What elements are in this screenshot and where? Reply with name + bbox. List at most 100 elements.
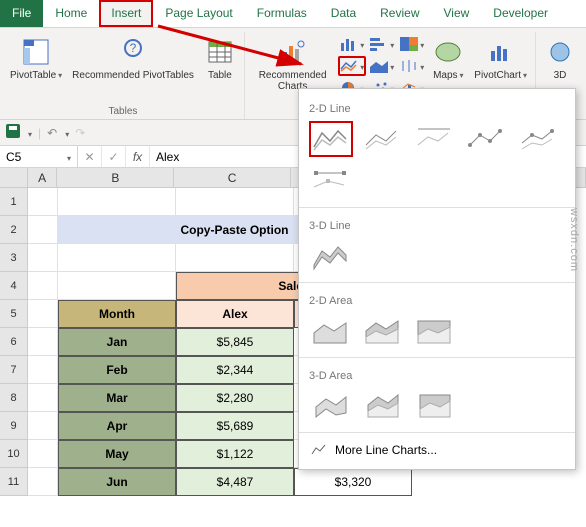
- save-icon[interactable]: [6, 124, 20, 141]
- ribbon-tabs: File Home Insert Page Layout Formulas Da…: [0, 0, 586, 28]
- cell-extra-val[interactable]: $3,320: [294, 468, 412, 496]
- 3d-map-label: 3D: [554, 70, 567, 81]
- row-header-3[interactable]: 3: [0, 244, 28, 272]
- tab-home[interactable]: Home: [43, 0, 99, 27]
- row-header-2[interactable]: 2: [0, 216, 28, 244]
- area-option[interactable]: [309, 313, 353, 349]
- tab-formulas[interactable]: Formulas: [245, 0, 319, 27]
- pivottable-label: PivotTable: [10, 70, 62, 81]
- pivotchart-icon: [485, 36, 517, 68]
- cell-alex-header[interactable]: Alex: [176, 300, 294, 328]
- ribbon-group-tables: PivotTable ? Recommended PivotTables Tab…: [2, 32, 245, 119]
- pivotchart-button[interactable]: PivotChart: [470, 32, 531, 85]
- name-box-value: C5: [6, 150, 21, 164]
- line-chart-option[interactable]: [309, 121, 353, 157]
- percent-stacked-line-option[interactable]: [413, 121, 457, 157]
- tab-view[interactable]: View: [432, 0, 482, 27]
- undo-icon[interactable]: ↶: [47, 126, 57, 140]
- row-headers: 1 2 3 4 5 6 7 8 9 10 11: [0, 188, 28, 496]
- 3d-area-option[interactable]: [309, 388, 353, 424]
- fx-icon[interactable]: fx: [126, 146, 150, 167]
- bar-chart-dropdown[interactable]: [368, 34, 396, 54]
- line-chart-dropdown[interactable]: [338, 56, 366, 76]
- cell-month-jun[interactable]: Jun: [58, 468, 176, 496]
- 3d-line-option[interactable]: [309, 238, 353, 274]
- 3d-stacked-area-option[interactable]: [361, 388, 405, 424]
- table-label: Table: [208, 70, 232, 81]
- tab-developer[interactable]: Developer: [481, 0, 560, 27]
- qat-chevron[interactable]: [26, 126, 32, 140]
- redo-icon[interactable]: ↷: [75, 126, 85, 140]
- recommended-pivottables-button[interactable]: ? Recommended PivotTables: [68, 32, 198, 85]
- stock-chart-dropdown[interactable]: [398, 56, 426, 76]
- cell-month-feb[interactable]: Feb: [58, 356, 176, 384]
- cell-val-jan[interactable]: $5,845: [176, 328, 294, 356]
- maps-icon: [432, 36, 464, 68]
- cell-val-may[interactable]: $1,122: [176, 440, 294, 468]
- tab-page-layout[interactable]: Page Layout: [153, 0, 244, 27]
- 3d-percent-stacked-area-option[interactable]: [413, 388, 457, 424]
- line-markers-option[interactable]: [465, 121, 509, 157]
- section-3d-line-title: 3-D Line: [309, 220, 565, 232]
- cell-val-apr[interactable]: $5,689: [176, 412, 294, 440]
- maps-label: Maps: [433, 70, 463, 81]
- select-all-corner[interactable]: [0, 168, 28, 187]
- tab-data[interactable]: Data: [319, 0, 368, 27]
- recommended-pivottables-label: Recommended PivotTables: [72, 70, 194, 81]
- col-header-b[interactable]: B: [57, 168, 174, 187]
- percent-stacked-line-markers-option[interactable]: [309, 163, 353, 199]
- more-line-charts-label: More Line Charts...: [335, 443, 437, 457]
- tab-insert[interactable]: Insert: [99, 0, 153, 27]
- cancel-formula-icon[interactable]: ✕: [78, 146, 102, 167]
- section-2d-line-title: 2-D Line: [309, 103, 565, 115]
- name-box-chevron[interactable]: [65, 150, 71, 164]
- row-header-4[interactable]: 4: [0, 272, 28, 300]
- table-button[interactable]: Table: [200, 32, 240, 85]
- row-header-7[interactable]: 7: [0, 356, 28, 384]
- stacked-line-option[interactable]: [361, 121, 405, 157]
- pivottable-button[interactable]: PivotTable: [6, 32, 66, 85]
- table-icon: [204, 36, 236, 68]
- row-header-10[interactable]: 10: [0, 440, 28, 468]
- line-chart-menu: 2-D Line 3-D Line 2-D Area 3-D Area: [298, 88, 576, 470]
- cell-month-mar[interactable]: Mar: [58, 384, 176, 412]
- treemap-chart-dropdown[interactable]: [398, 34, 426, 54]
- watermark: wsxdn.com: [568, 208, 580, 272]
- recommended-charts-button[interactable]: Recommended Charts: [249, 32, 336, 96]
- recommended-pivottables-icon: ?: [117, 36, 149, 68]
- 3d-map-button[interactable]: 3D: [540, 32, 580, 85]
- stacked-line-markers-option[interactable]: [517, 121, 561, 157]
- tab-review[interactable]: Review: [368, 0, 431, 27]
- stacked-area-option[interactable]: [361, 313, 405, 349]
- cell-val-jun[interactable]: $4,487: [176, 468, 294, 496]
- cell-month-apr[interactable]: Apr: [58, 412, 176, 440]
- col-header-a[interactable]: A: [28, 168, 58, 187]
- name-box[interactable]: C5: [0, 146, 78, 167]
- maps-button[interactable]: Maps: [428, 32, 468, 85]
- percent-stacked-area-option[interactable]: [413, 313, 457, 349]
- cell-month-may[interactable]: May: [58, 440, 176, 468]
- cell-val-mar[interactable]: $2,280: [176, 384, 294, 412]
- recommended-charts-icon: [277, 36, 309, 68]
- enter-formula-icon[interactable]: ✓: [102, 146, 126, 167]
- undo-chevron[interactable]: [63, 126, 69, 140]
- row-header-5[interactable]: 5: [0, 300, 28, 328]
- row-header-8[interactable]: 8: [0, 384, 28, 412]
- row-header-9[interactable]: 9: [0, 412, 28, 440]
- cell-month-jan[interactable]: Jan: [58, 328, 176, 356]
- area-chart-dropdown[interactable]: [368, 56, 396, 76]
- tables-group-label: Tables: [108, 104, 137, 119]
- row-header-6[interactable]: 6: [0, 328, 28, 356]
- cell-val-feb[interactable]: $2,344: [176, 356, 294, 384]
- section-2d-area-title: 2-D Area: [309, 295, 565, 307]
- cell-month-header[interactable]: Month: [58, 300, 176, 328]
- svg-text:?: ?: [130, 41, 137, 55]
- pivottable-icon: [20, 36, 52, 68]
- section-3d-area-title: 3-D Area: [309, 370, 565, 382]
- more-line-charts-button[interactable]: More Line Charts...: [299, 437, 575, 463]
- tab-file[interactable]: File: [0, 0, 43, 27]
- row-header-11[interactable]: 11: [0, 468, 28, 496]
- row-header-1[interactable]: 1: [0, 188, 28, 216]
- col-header-c[interactable]: C: [174, 168, 291, 187]
- column-chart-dropdown[interactable]: [338, 34, 366, 54]
